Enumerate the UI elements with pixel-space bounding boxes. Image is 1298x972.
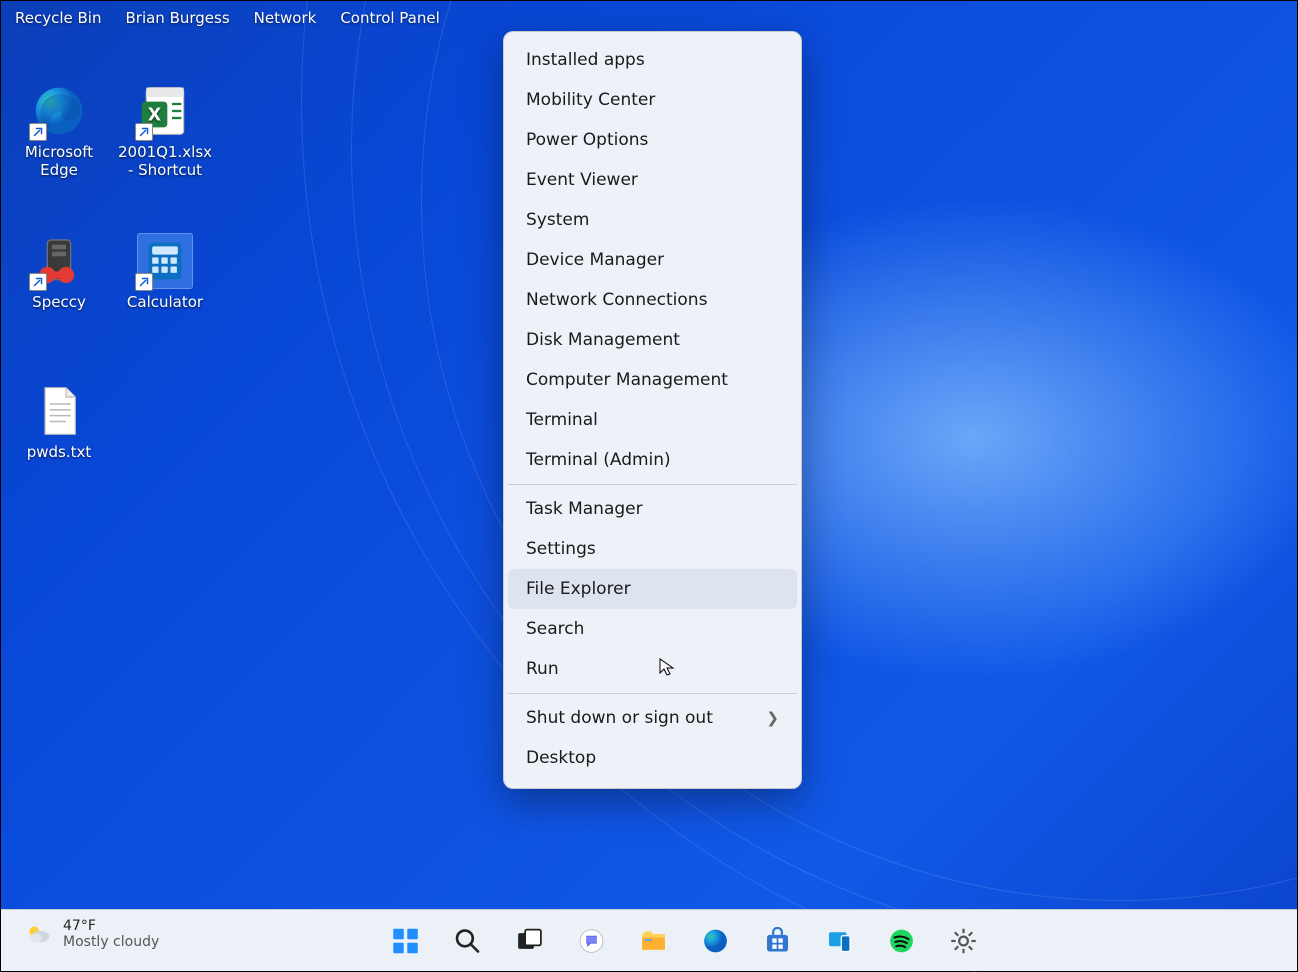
file-explorer-button[interactable] [637,924,671,958]
desktop-top-row: Recycle Bin Brian Burgess Network Contro… [15,9,440,27]
microsoft-store-button[interactable] [761,924,795,958]
desktop-icon-text-file[interactable]: pwds.txt [11,383,107,461]
settings-button[interactable] [947,924,981,958]
menu-item-shut-down-sign-out[interactable]: Shut down or sign out ❯ [508,698,797,738]
desktop-icon-network[interactable]: Network [254,9,317,27]
menu-item-desktop[interactable]: Desktop [508,738,797,778]
taskbar-center-icons [389,924,981,958]
menu-item-power-options[interactable]: Power Options [508,120,797,160]
settings-icon [950,927,978,955]
store-icon [764,927,792,955]
shortcut-arrow-icon [135,273,153,291]
calculator-icon [137,233,193,289]
menu-item-disk-management[interactable]: Disk Management [508,320,797,360]
menu-item-terminal[interactable]: Terminal [508,400,797,440]
speccy-icon [31,233,87,289]
explorer-icon [640,927,668,955]
desktop[interactable]: Recycle Bin Brian Burgess Network Contro… [0,0,1298,972]
taskview-icon [516,927,544,955]
menu-item-network-connections[interactable]: Network Connections [508,280,797,320]
taskbar: 47°F Mostly cloudy [1,909,1297,971]
text-file-icon [31,383,87,439]
desktop-icon-user-folder[interactable]: Brian Burgess [125,9,229,27]
icon-label: Calculator [127,293,203,311]
chat-icon [578,927,606,955]
weather-temp: 47°F [63,918,159,934]
desktop-icon-edge[interactable]: Microsoft Edge [11,83,107,179]
icon-label: pwds.txt [27,443,92,461]
chevron-right-icon: ❯ [766,709,779,727]
spotify-icon [888,927,916,955]
menu-item-terminal-admin[interactable]: Terminal (Admin) [508,440,797,480]
icon-label: Microsoft Edge [11,143,107,179]
desktop-icon-calculator[interactable]: Calculator [117,233,213,311]
taskbar-weather-widget[interactable]: 47°F Mostly cloudy [23,918,159,950]
menu-item-system[interactable]: System [508,200,797,240]
excel-file-icon: X [137,83,193,139]
menu-item-installed-apps[interactable]: Installed apps [508,40,797,80]
edge-icon [702,927,730,955]
weather-desc: Mostly cloudy [63,934,159,950]
winx-context-menu: Installed apps Mobility Center Power Opt… [503,31,802,789]
menu-separator [508,484,797,485]
menu-item-event-viewer[interactable]: Event Viewer [508,160,797,200]
menu-item-search[interactable]: Search [508,609,797,649]
shortcut-arrow-icon [135,123,153,141]
desktop-icon-recycle-bin[interactable]: Recycle Bin [15,9,101,27]
weather-icon [23,919,53,949]
search-button[interactable] [451,924,485,958]
menu-separator [508,693,797,694]
menu-item-run[interactable]: Run [508,649,797,689]
spotify-button[interactable] [885,924,919,958]
menu-item-device-manager[interactable]: Device Manager [508,240,797,280]
task-view-button[interactable] [513,924,547,958]
menu-item-mobility-center[interactable]: Mobility Center [508,80,797,120]
edge-taskbar-button[interactable] [699,924,733,958]
chat-button[interactable] [575,924,609,958]
desktop-icon-control-panel[interactable]: Control Panel [340,9,439,27]
icon-label: 2001Q1.xlsx - Shortcut [117,143,213,179]
start-button[interactable] [389,924,423,958]
desktop-icon-excel-shortcut[interactable]: X 2001Q1.xlsx - Shortcut [117,83,213,179]
your-phone-icon [826,927,854,955]
menu-item-file-explorer[interactable]: File Explorer [508,569,797,609]
shortcut-arrow-icon [29,273,47,291]
menu-item-task-manager[interactable]: Task Manager [508,489,797,529]
menu-item-computer-management[interactable]: Computer Management [508,360,797,400]
your-phone-button[interactable] [823,924,857,958]
edge-icon [31,83,87,139]
shortcut-arrow-icon [29,123,47,141]
icon-label: Speccy [32,293,86,311]
desktop-icon-speccy[interactable]: Speccy [11,233,107,311]
menu-item-settings[interactable]: Settings [508,529,797,569]
search-icon [454,927,482,955]
start-icon [392,927,420,955]
